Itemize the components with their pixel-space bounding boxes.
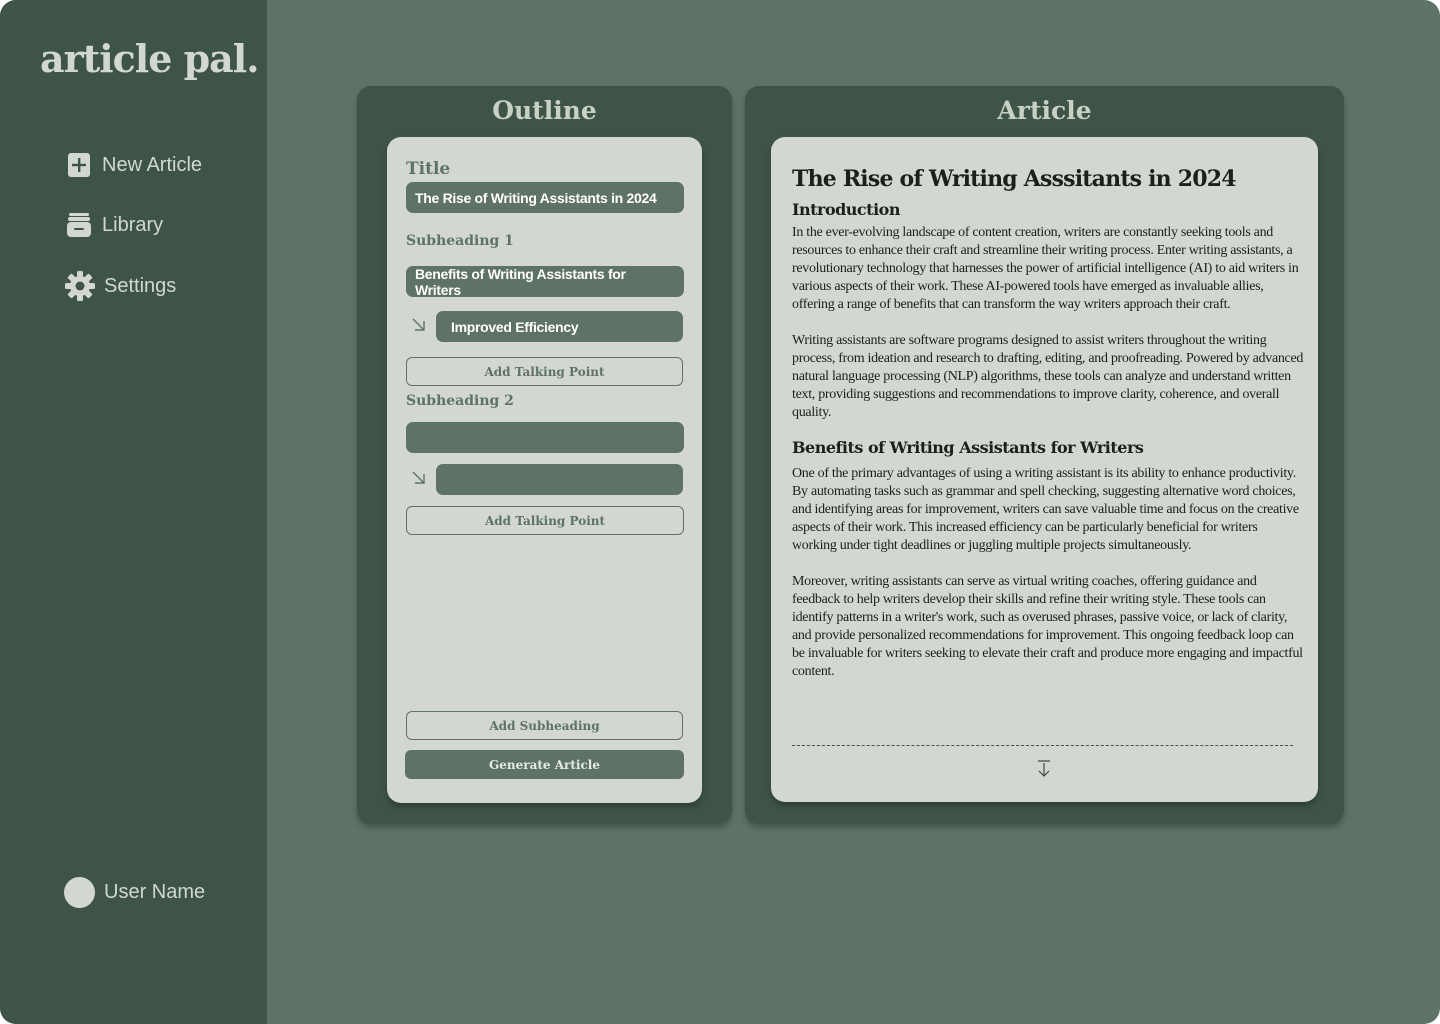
user-name: User Name	[104, 881, 206, 903]
outline-card: Title The Rise of Writing Assistants in …	[387, 137, 702, 803]
article-paragraph: Writing assistants are software programs…	[792, 333, 1304, 420]
section-heading: Introduction	[792, 200, 900, 219]
plus-square-icon	[64, 150, 94, 180]
gear-icon	[64, 270, 96, 302]
archive-box-icon	[64, 210, 94, 240]
add-subheading-button[interactable]: Add Subheading	[406, 711, 683, 740]
outline-panel: Outline Title The Rise of Writing Assist…	[357, 86, 732, 824]
subheading-2-input[interactable]	[406, 422, 684, 453]
app-window: article pal. New Article Library Setting…	[0, 0, 1440, 1024]
article-body: The Rise of Writing Asssitants in 2024 I…	[792, 165, 1304, 699]
arrow-down-right-icon	[412, 318, 425, 331]
article-panel: Article The Rise of Writing Asssitants i…	[745, 86, 1344, 824]
title-label: Title	[406, 159, 451, 179]
article-title: The Rise of Writing Asssitants in 2024	[792, 166, 1237, 192]
talking-point-1-input[interactable]: Improved Efficiency	[436, 311, 683, 342]
article-paragraph: In the ever-evolving landscape of conten…	[792, 225, 1299, 312]
article-paragraph: Moreover, writing assistants can serve a…	[792, 574, 1303, 679]
arrow-down-to-line-icon[interactable]	[1036, 760, 1052, 778]
add-talking-point-button[interactable]: Add Talking Point	[406, 357, 683, 386]
user-profile[interactable]: User Name	[64, 877, 205, 908]
divider	[792, 745, 1293, 746]
avatar	[64, 877, 95, 908]
sidebar: article pal. New Article Library Setting…	[0, 0, 267, 1024]
talking-point-2-input[interactable]	[436, 464, 683, 495]
sidebar-item-library[interactable]: Library	[64, 210, 163, 240]
sidebar-item-label: New Article	[102, 153, 203, 176]
subheading-1-label: Subheading 1	[406, 233, 514, 249]
app-logo: article pal.	[40, 36, 259, 81]
add-talking-point-button[interactable]: Add Talking Point	[406, 506, 684, 535]
outline-heading: Outline	[492, 96, 597, 125]
generate-article-button[interactable]: Generate Article	[405, 750, 684, 779]
sidebar-item-label: Settings	[104, 274, 177, 297]
sidebar-item-label: Library	[102, 213, 164, 236]
arrow-down-right-icon	[412, 471, 425, 484]
article-paragraph: One of the primary advantages of using a…	[792, 466, 1299, 553]
section-heading: Benefits of Writing Assistants for Write…	[792, 438, 1144, 457]
article-card: The Rise of Writing Asssitants in 2024 I…	[771, 137, 1318, 802]
subheading-1-input[interactable]: Benefits of Writing Assistants for Write…	[406, 266, 684, 298]
sidebar-item-new-article[interactable]: New Article	[64, 150, 202, 180]
sidebar-item-settings[interactable]: Settings	[64, 270, 176, 302]
article-heading: Article	[997, 96, 1092, 125]
title-input[interactable]: The Rise of Writing Assistants in 2024	[406, 182, 684, 213]
subheading-2-label: Subheading 2	[406, 393, 514, 409]
